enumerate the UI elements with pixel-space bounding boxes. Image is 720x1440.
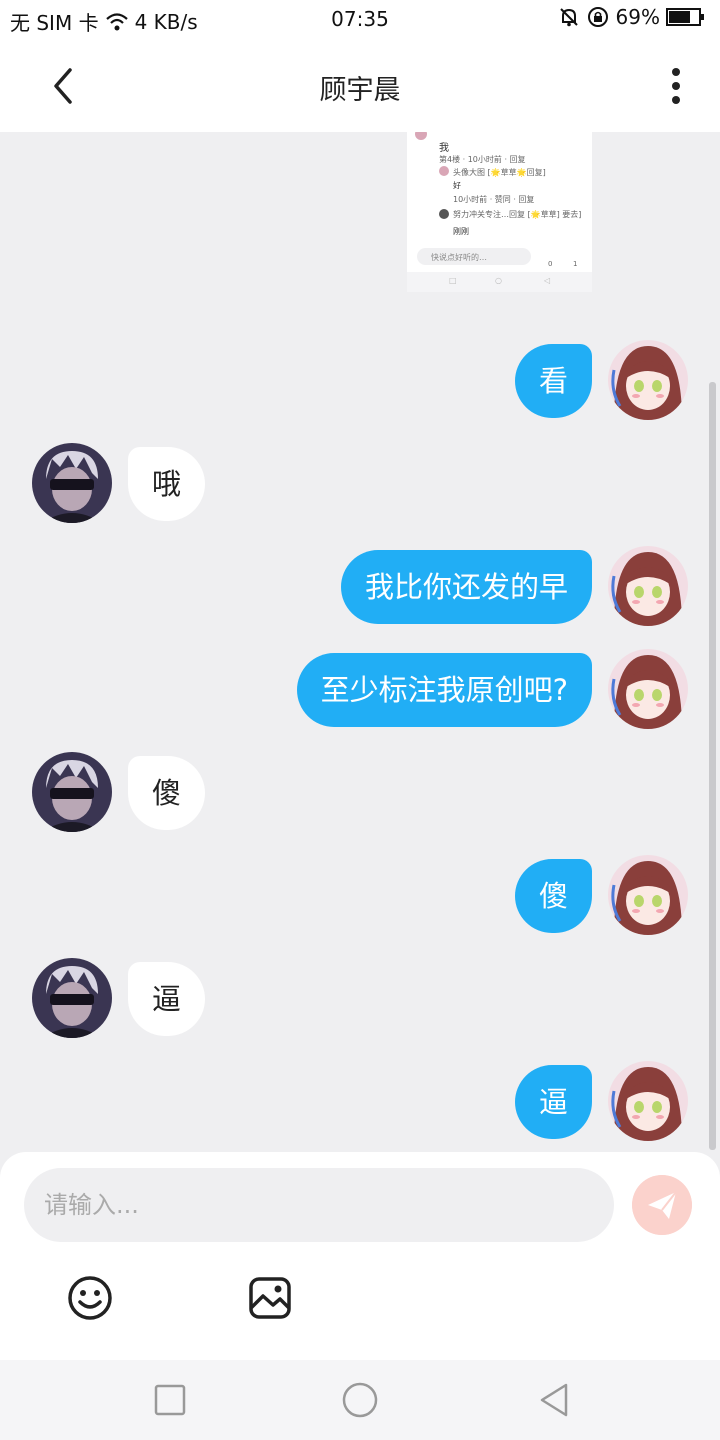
- my-avatar[interactable]: [608, 649, 688, 729]
- my-avatar[interactable]: [608, 855, 688, 935]
- battery-icon: [666, 8, 704, 26]
- message-row: 我比你还发的早: [0, 546, 720, 628]
- battery-percent: 69%: [615, 5, 660, 29]
- thumb-comment-box: 快说点好听的…: [417, 248, 531, 265]
- recent-apps-icon[interactable]: [150, 1380, 190, 1420]
- contact-avatar[interactable]: [32, 752, 112, 832]
- thumb-line: 我: [439, 143, 449, 154]
- message-row: 哦: [0, 443, 720, 525]
- thumb-line: 努力冲关专注…回复 [🌟草草] 要去]: [453, 210, 582, 219]
- received-message-bubble[interactable]: 逼: [128, 962, 206, 1036]
- back-triangle-icon[interactable]: [534, 1380, 574, 1420]
- sent-message-bubble[interactable]: 至少标注我原创吧?: [296, 653, 592, 727]
- message-row: 看: [0, 340, 720, 422]
- sent-message-bubble[interactable]: 傻: [514, 859, 592, 933]
- message-row: 傻: [0, 855, 720, 937]
- message-row: 逼: [0, 1061, 720, 1143]
- sent-message-bubble[interactable]: 逼: [514, 1065, 592, 1139]
- thumb-avatar: [415, 132, 427, 140]
- home-icon[interactable]: [340, 1380, 380, 1420]
- status-bar: 无 SIM 卡 4 KB/s 07:35 69%: [0, 0, 720, 40]
- more-vertical-icon[interactable]: [660, 64, 692, 108]
- thumb-line: 好: [453, 181, 461, 190]
- thumb-count: 1: [573, 260, 578, 268]
- received-message-bubble[interactable]: 傻: [128, 756, 206, 830]
- thumb-count: 0: [548, 260, 553, 268]
- my-avatar[interactable]: [608, 1061, 688, 1141]
- message-input[interactable]: [24, 1168, 614, 1242]
- contact-avatar[interactable]: [32, 958, 112, 1038]
- rotation-lock-icon: [587, 7, 608, 27]
- thumb-line: 10小时前 · 赞同 · 回复: [453, 195, 535, 204]
- message-list[interactable]: 我 第4楼 · 10小时前 · 回复 头像大图 [🌟草草🌟回复] 好 10小时前…: [0, 132, 720, 1152]
- thumb-avatar: [439, 209, 449, 219]
- thumb-line: 刚刚: [453, 227, 469, 236]
- image-icon[interactable]: [246, 1274, 294, 1322]
- chat-header: 顾宇晨: [0, 40, 720, 132]
- image-message[interactable]: 我 第4楼 · 10小时前 · 回复 头像大图 [🌟草草🌟回复] 好 10小时前…: [407, 132, 592, 292]
- message-row: 逼: [0, 958, 720, 1040]
- thumb-avatar: [439, 166, 449, 176]
- thumb-nav-bar: □ ○ ◁: [407, 272, 592, 292]
- send-icon[interactable]: [632, 1175, 692, 1235]
- sent-message-bubble[interactable]: 我比你还发的早: [340, 550, 592, 624]
- contact-avatar[interactable]: [32, 443, 112, 523]
- thumb-comment-placeholder: 快说点好听的…: [431, 253, 487, 262]
- mute-bell-icon: [559, 8, 578, 27]
- sent-message-bubble[interactable]: 看: [514, 344, 592, 418]
- received-message-bubble[interactable]: 哦: [128, 447, 206, 521]
- emoji-icon[interactable]: [66, 1274, 114, 1322]
- my-avatar[interactable]: [608, 546, 688, 626]
- thumb-line: 第4楼 · 10小时前 · 回复: [439, 155, 526, 164]
- contact-name: 顾宇晨: [319, 75, 401, 106]
- system-nav-bar: [0, 1360, 720, 1440]
- scrollbar[interactable]: [709, 382, 716, 1150]
- status-right: 69%: [558, 5, 706, 29]
- message-row: 至少标注我原创吧?: [0, 649, 720, 731]
- message-row: 傻: [0, 752, 720, 834]
- composer: [0, 1152, 720, 1360]
- thumb-line: 头像大图 [🌟草草🌟回复]: [453, 168, 546, 177]
- my-avatar[interactable]: [608, 340, 688, 420]
